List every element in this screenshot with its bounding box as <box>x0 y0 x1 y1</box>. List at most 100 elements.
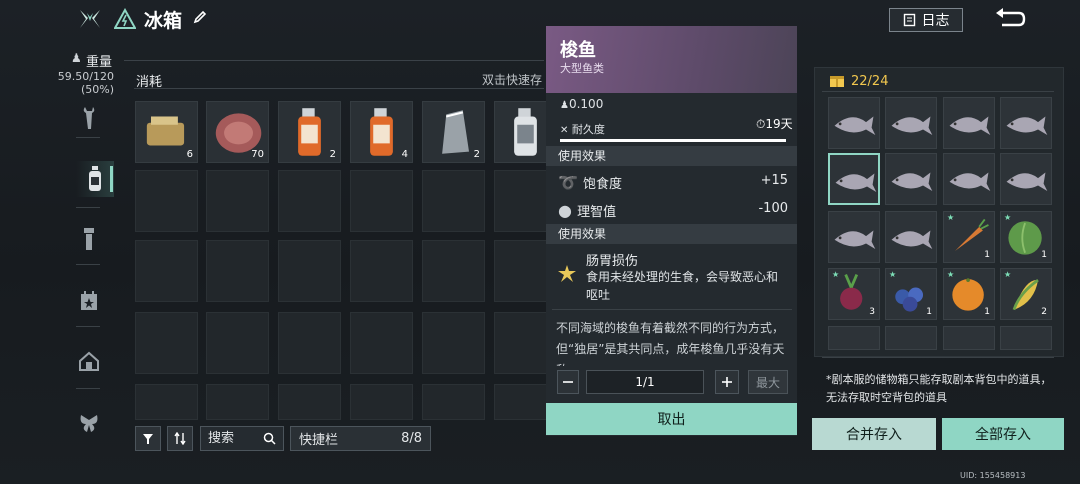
inventory-slot-empty[interactable] <box>350 384 413 420</box>
storage-slot-fish[interactable] <box>1000 153 1052 205</box>
stomach-icon: ➰ <box>558 173 578 192</box>
store-all-button[interactable]: 全部存入 <box>942 418 1064 450</box>
inventory-slot-empty[interactable] <box>350 170 413 232</box>
storage-slot-beet[interactable]: ★ 3 <box>828 268 880 320</box>
quality-star-icon: ★ <box>947 213 955 222</box>
sidebar-divider <box>76 326 100 327</box>
inventory-slot-empty[interactable] <box>422 312 485 374</box>
active-tab-indicator <box>110 166 113 192</box>
merge-store-button[interactable]: 合并存入 <box>812 418 936 450</box>
fish-icon <box>1006 172 1048 192</box>
storage-slot-fish[interactable] <box>1000 97 1052 149</box>
inventory-slot-empty[interactable] <box>135 170 198 232</box>
inventory-slot-orange-spray-bottle[interactable]: 2 <box>278 101 341 163</box>
inventory-slot-raw-meat[interactable]: 70 <box>206 101 269 163</box>
decrease-button[interactable] <box>557 370 579 394</box>
house-icon <box>79 351 99 371</box>
storage-slot-orange[interactable]: ★ 1 <box>943 268 995 320</box>
inventory-slot-orange-spray-bottle[interactable]: 4 <box>350 101 413 163</box>
log-button[interactable]: 日志 <box>889 8 963 32</box>
max-button[interactable]: 最大 <box>748 370 788 394</box>
plus-icon <box>722 377 732 387</box>
quantity-field[interactable]: 1/1 <box>586 370 704 394</box>
storage-slot[interactable] <box>885 326 937 350</box>
fish-icon <box>949 172 991 192</box>
box-icon <box>830 76 844 87</box>
take-out-button[interactable]: 取出 <box>546 403 797 435</box>
item-count: 3 <box>869 307 875 317</box>
inventory-slot-empty[interactable] <box>206 240 269 302</box>
sort-button[interactable] <box>167 426 193 451</box>
inventory-slot-empty[interactable] <box>206 312 269 374</box>
effect-row: ● 理智值 -100 <box>558 201 788 220</box>
inventory-slot-canned-food[interactable]: 6 <box>135 101 198 163</box>
inventory-slot-empty[interactable] <box>350 240 413 302</box>
storage-slot-corn[interactable]: ★ 2 <box>1000 268 1052 320</box>
sidebar-events-tab[interactable] <box>74 286 104 316</box>
inventory-slot-empty[interactable] <box>422 170 485 232</box>
fish-icon <box>834 116 876 136</box>
inventory-slot-empty[interactable] <box>278 170 341 232</box>
effects-section-header: 使用效果 <box>546 146 797 166</box>
inventory-slot-empty[interactable] <box>278 384 341 420</box>
inventory-slot-empty[interactable] <box>206 170 269 232</box>
storage-slot-blueberries[interactable]: ★ 1 <box>885 268 937 320</box>
durability-label: 耐久度 <box>571 123 605 136</box>
increase-button[interactable] <box>715 370 739 394</box>
item-description: 不同海域的梭鱼有着截然不同的行为方式，但“独居”是其共同点，成年梭鱼几乎没有天敌 <box>556 321 785 366</box>
status-section-header: 使用效果 <box>546 224 797 244</box>
storage-slot-fish[interactable] <box>943 153 995 205</box>
fish-icon <box>949 116 991 136</box>
storage-slot-carrot[interactable]: ★ 1 <box>943 211 995 263</box>
item-weight-value: 0.100 <box>568 97 604 111</box>
storage-slot-fish[interactable] <box>828 97 880 149</box>
inventory-slot-empty[interactable] <box>135 240 198 302</box>
sidebar-misc-tab[interactable] <box>74 408 104 438</box>
storage-slot-cabbage[interactable]: ★ 1 <box>1000 211 1052 263</box>
quickbar-label: 快捷栏 <box>299 433 339 448</box>
sidebar-divider <box>76 388 100 389</box>
storage-slot[interactable] <box>943 326 995 350</box>
search-input[interactable]: 搜索 <box>200 426 284 451</box>
sidebar-building-tab[interactable] <box>74 346 104 376</box>
storage-slot[interactable] <box>828 326 880 350</box>
quality-star-icon: ★ <box>1004 213 1012 222</box>
storage-slot[interactable] <box>1000 326 1052 350</box>
storage-slot-fish[interactable] <box>885 211 937 263</box>
storage-slot-fish[interactable] <box>885 97 937 149</box>
sidebar-divider <box>76 137 100 138</box>
sidebar-tools-tab[interactable] <box>74 103 104 133</box>
inventory-slot-empty[interactable] <box>422 384 485 420</box>
sidebar-materials-tab[interactable] <box>74 224 104 254</box>
storage-divider <box>822 91 1054 92</box>
butterfly-icon <box>80 415 98 432</box>
back-icon[interactable] <box>992 6 1026 32</box>
edit-icon[interactable] <box>192 9 208 25</box>
quickbar-button[interactable]: 快捷栏 8/8 <box>290 426 431 451</box>
storage-slot-fish[interactable] <box>828 211 880 263</box>
inventory-slot-sealed-bag[interactable]: 2 <box>422 101 485 163</box>
inventory-slot-empty[interactable] <box>350 312 413 374</box>
inventory-slot-empty[interactable] <box>422 240 485 302</box>
sort-icon <box>174 432 186 445</box>
pillar-icon <box>84 228 94 250</box>
filter-button[interactable] <box>135 426 161 451</box>
storage-slot-fish[interactable] <box>828 153 880 205</box>
inventory-slot-empty[interactable] <box>206 384 269 420</box>
durability-icon: ✕ <box>560 125 569 136</box>
durability-row: ✕ 耐久度 <box>560 121 605 137</box>
detail-divider <box>552 309 792 310</box>
item-count: 4 <box>401 149 408 160</box>
search-label: 搜索 <box>208 431 235 446</box>
inventory-slot-empty[interactable] <box>135 384 198 420</box>
storage-slot-fish[interactable] <box>943 97 995 149</box>
quick-store-hint: 双击快速存 <box>482 73 543 87</box>
sidebar-consumables-tab[interactable] <box>76 161 114 197</box>
effect-value: +15 <box>760 173 788 188</box>
storage-slot-fish[interactable] <box>885 153 937 205</box>
inventory-slot-empty[interactable] <box>278 312 341 374</box>
inventory-slot-empty[interactable] <box>278 240 341 302</box>
inventory-slot-empty[interactable] <box>135 312 198 374</box>
filter-icon <box>143 433 153 444</box>
quality-star-icon: ★ <box>832 270 840 279</box>
